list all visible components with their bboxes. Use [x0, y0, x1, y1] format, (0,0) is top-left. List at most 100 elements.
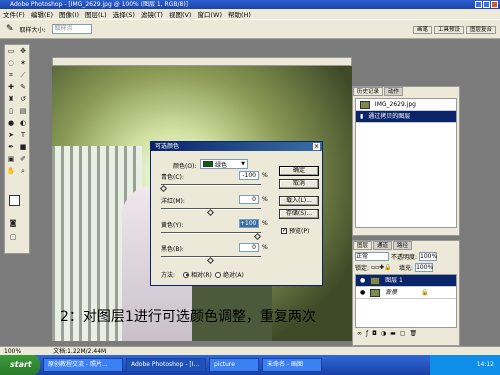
method-absolute-option[interactable]: 绝对(A): [215, 270, 244, 279]
crop-tool-icon[interactable]: ⌗: [6, 70, 16, 80]
brush-tool-icon[interactable]: ✎: [18, 82, 28, 92]
preview-checkbox[interactable]: ✓: [281, 227, 287, 234]
menu-select[interactable]: 选择(S): [113, 9, 135, 19]
clock: 14:12: [476, 361, 494, 368]
menu-window[interactable]: 窗口(W): [197, 9, 222, 19]
pen-tool-icon[interactable]: ✒: [6, 142, 16, 152]
minimize-button[interactable]: [475, 1, 482, 8]
black-value-field[interactable]: 0: [239, 243, 259, 252]
lasso-tool-icon[interactable]: ◌: [6, 58, 16, 68]
cyan-value-field[interactable]: -100: [239, 171, 259, 180]
tab-layers[interactable]: 图层: [353, 241, 373, 250]
yellow-slider-thumb[interactable]: [253, 232, 262, 241]
lock-icon[interactable]: ▫▫✚🔒: [371, 264, 397, 271]
trash-icon[interactable]: 🗑: [409, 330, 417, 337]
stamp-tool-icon[interactable]: ♜: [6, 94, 16, 104]
gradient-tool-icon[interactable]: ▤: [18, 106, 28, 116]
black-slider-thumb[interactable]: [206, 256, 215, 265]
notes-tool-icon[interactable]: ▣: [6, 154, 16, 164]
eraser-tool-icon[interactable]: ▯: [6, 106, 16, 116]
opacity-label: 不透明度:: [391, 254, 418, 261]
tab-history[interactable]: 历史记录: [353, 87, 384, 96]
task-picture-folder[interactable]: picture: [209, 358, 259, 372]
new-layer-icon[interactable]: ▢: [400, 330, 406, 337]
opacity-field[interactable]: 100%: [419, 252, 437, 261]
move-tool-icon[interactable]: ✥: [18, 46, 28, 56]
yellow-slider-track[interactable]: [161, 232, 261, 234]
preview-checkbox-row[interactable]: ✓ 预览(P): [281, 226, 309, 235]
magic-wand-tool-icon[interactable]: ✶: [18, 58, 28, 68]
menu-filter[interactable]: 滤镜(T): [141, 9, 163, 19]
palette-tab-layer-comps[interactable]: 图层复合: [465, 26, 496, 34]
load-button[interactable]: 载入(L)...: [279, 196, 319, 206]
preview-label: 预览(P): [289, 228, 310, 235]
history-brush-icon[interactable]: ↺: [18, 94, 28, 104]
blur-tool-icon[interactable]: ●: [6, 118, 16, 128]
close-button[interactable]: [491, 1, 498, 8]
eye-icon[interactable]: ●: [360, 277, 365, 284]
blend-mode-select[interactable]: 正常: [355, 252, 389, 261]
ok-button[interactable]: 确定: [279, 166, 319, 176]
history-state[interactable]: ▮ 通过拷贝的图层: [356, 111, 456, 123]
folder-icon[interactable]: ▬: [390, 330, 396, 337]
palette-tab-tool-presets[interactable]: 工具预设: [433, 26, 464, 34]
hand-tool-icon[interactable]: ✋: [6, 166, 16, 176]
magenta-slider-thumb[interactable]: [206, 208, 215, 217]
chevron-down-icon: ▼: [241, 161, 245, 167]
palette-tab-brushes[interactable]: 画笔: [412, 26, 432, 34]
task-paint[interactable]: 未命名 - 画图: [262, 358, 322, 372]
dodge-tool-icon[interactable]: ◐: [18, 118, 28, 128]
cyan-label: 青色(C):: [161, 174, 184, 181]
cancel-button[interactable]: 取消: [279, 179, 319, 189]
menu-layer[interactable]: 图层(L): [85, 9, 107, 19]
cyan-slider-thumb[interactable]: [159, 184, 168, 193]
tab-paths[interactable]: 路径: [393, 241, 413, 250]
shape-tool-icon[interactable]: ■: [18, 142, 28, 152]
sample-size-select[interactable]: 取样点: [51, 24, 92, 34]
slice-tool-icon[interactable]: ⟋: [18, 70, 28, 80]
menu-view[interactable]: 视图(V): [169, 9, 192, 19]
tab-actions[interactable]: 动作: [384, 87, 404, 96]
save-button[interactable]: 存储(S)...: [279, 209, 319, 219]
task-photoshop[interactable]: Adobe Photoshop - [I...: [126, 358, 206, 372]
zoom-level[interactable]: 100%: [4, 348, 21, 355]
tab-channels[interactable]: 通道: [373, 241, 393, 250]
dialog-close-icon[interactable]: ×: [313, 143, 320, 150]
zoom-tool-icon[interactable]: ⌕: [18, 166, 28, 176]
method-relative-radio[interactable]: [183, 271, 189, 278]
menu-edit[interactable]: 编辑(E): [31, 9, 53, 19]
fill-field[interactable]: 100%: [415, 263, 433, 272]
document-size[interactable]: 文档:1.22M/2.44M: [53, 348, 106, 355]
yellow-value-field[interactable]: +100: [239, 219, 259, 228]
history-snapshot[interactable]: IMG_2629.jpg: [356, 99, 456, 111]
type-tool-icon[interactable]: T: [18, 130, 28, 140]
layer-row[interactable]: ● 背景 🔒: [356, 287, 456, 299]
layer-row[interactable]: ● 图层 1: [356, 275, 456, 287]
method-absolute-radio[interactable]: [215, 271, 221, 278]
magenta-label: 洋红(M):: [161, 198, 185, 205]
healing-tool-icon[interactable]: ✚: [6, 82, 16, 92]
color-select[interactable]: 绿色 ▼: [200, 159, 248, 169]
mask-icon[interactable]: ◘: [372, 330, 377, 337]
marquee-tool-icon[interactable]: ▭: [6, 46, 16, 56]
start-button[interactable]: start: [0, 355, 40, 375]
method-relative-option[interactable]: 相对(R): [183, 270, 212, 279]
link-icon[interactable]: ∞: [357, 330, 362, 337]
adjustment-icon[interactable]: ◑: [381, 330, 386, 337]
cyan-slider-track[interactable]: [161, 184, 261, 186]
path-selection-icon[interactable]: ➤: [6, 130, 16, 140]
foreground-color-swatch[interactable]: [9, 195, 20, 206]
quick-mask-icon[interactable]: ◙: [8, 218, 18, 228]
screen-mode-icon[interactable]: ▢: [8, 232, 18, 242]
eye-icon[interactable]: ●: [360, 289, 365, 296]
eyedropper-tool-icon[interactable]: ✐: [18, 154, 28, 164]
eyedropper-icon[interactable]: ✎: [6, 24, 14, 34]
menu-image[interactable]: 图像(I): [59, 9, 79, 19]
menu-file[interactable]: 文件(F): [3, 9, 25, 19]
green-swatch: [203, 161, 213, 167]
layer-style-icon[interactable]: ƒ: [366, 330, 368, 337]
task-browser[interactable]: 原创教程交流 - 照片...: [43, 358, 123, 372]
magenta-value-field[interactable]: 0: [239, 195, 259, 204]
menu-help[interactable]: 帮助(H): [228, 9, 251, 19]
maximize-button[interactable]: [483, 1, 490, 8]
